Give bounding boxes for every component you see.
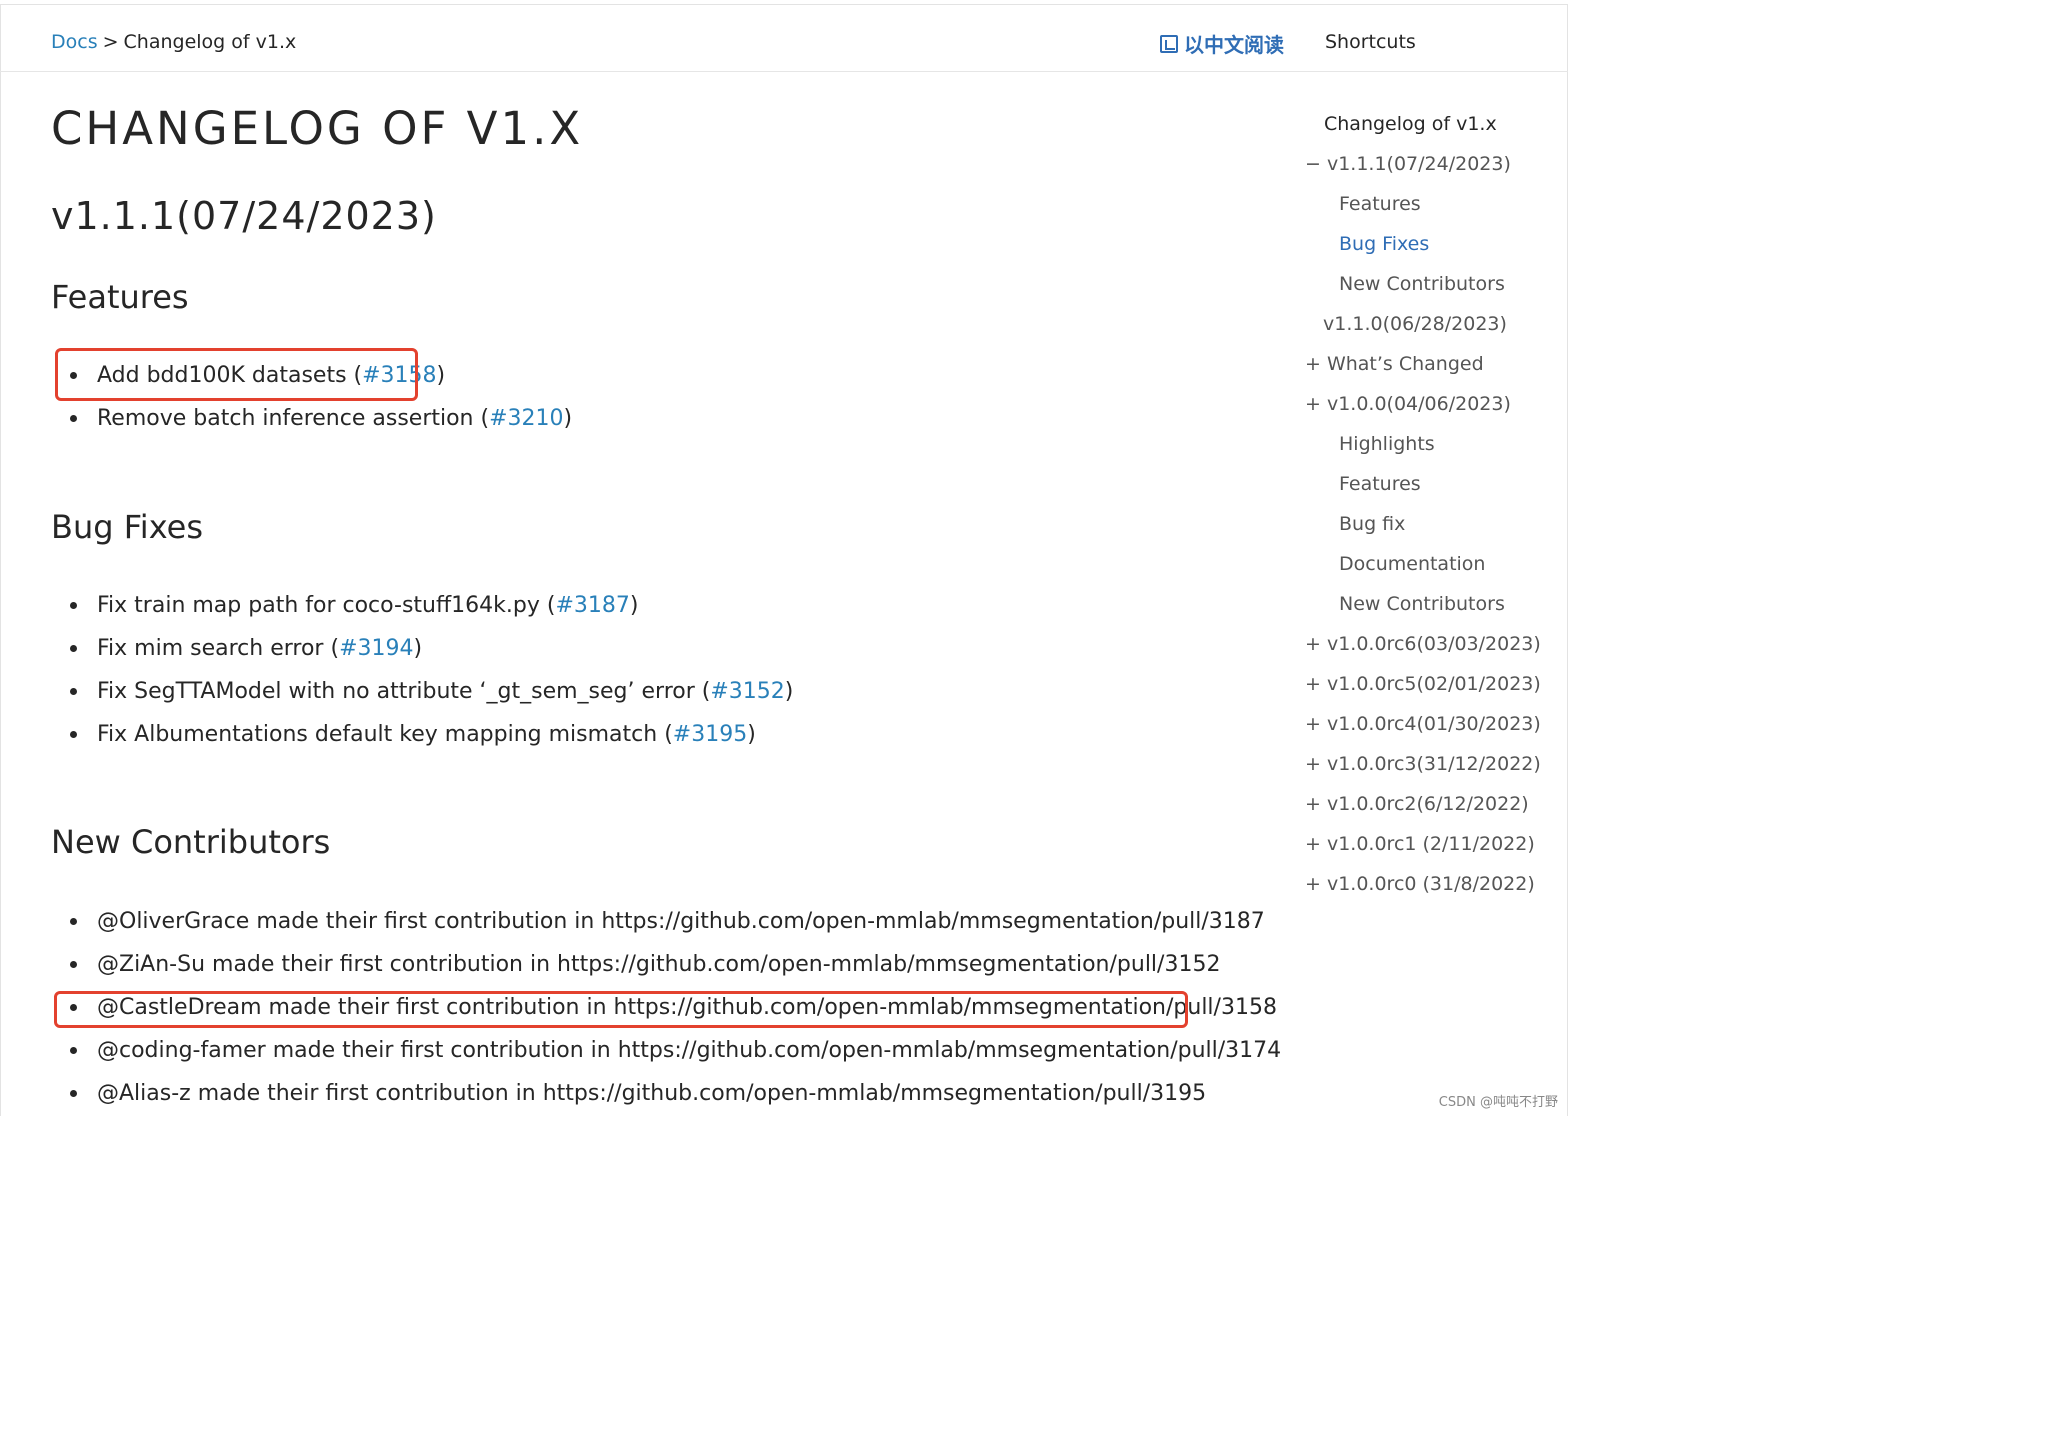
toc-item[interactable]: New Contributors (1339, 273, 1505, 295)
read-in-chinese-link[interactable]: 以中文阅读 (1160, 29, 1284, 58)
breadcrumb-current: Changelog of v1.x (123, 31, 297, 53)
toc-item[interactable]: + v1.0.0rc1 (2/11/2022) (1305, 833, 1535, 855)
page-title: CHANGELOG OF V1.X (51, 102, 584, 155)
list-item: @ZiAn-Su made their first contribution i… (70, 943, 1220, 986)
translate-icon (1160, 34, 1178, 53)
toc-item[interactable]: + v1.0.0rc5(02/01/2023) (1305, 673, 1541, 695)
toc-item[interactable]: Bug fix (1339, 513, 1405, 535)
pr-link[interactable]: #3195 (673, 722, 747, 747)
list-item: Fix SegTTAModel with no attribute ‘_gt_s… (70, 670, 1210, 713)
shortcuts-link[interactable]: Shortcuts (1325, 31, 1416, 53)
toc-item[interactable]: v1.1.0(06/28/2023) (1323, 313, 1507, 335)
list-item: Fix mim search error (#3194) (70, 627, 1210, 670)
list-item: Fix train map path for coco-stuff164k.py… (70, 584, 1210, 627)
toc-item[interactable]: + v1.0.0rc0 (31/8/2022) (1305, 873, 1535, 895)
list-item: @OliverGrace made their first contributi… (70, 900, 1265, 943)
read-in-chinese-label: 以中文阅读 (1184, 33, 1284, 57)
highlight-box-contributor (54, 991, 1188, 1028)
toc-item[interactable]: New Contributors (1339, 593, 1505, 615)
toc-item[interactable]: + What’s Changed (1305, 353, 1484, 375)
pr-link[interactable]: #3210 (489, 406, 563, 431)
bugfixes-list: Fix train map path for coco-stuff164k.py… (70, 584, 1210, 756)
features-heading: Features (51, 278, 189, 316)
version-heading: v1.1.1(07/24/2023) (51, 194, 437, 238)
toc-item[interactable]: + v1.0.0rc4(01/30/2023) (1305, 713, 1541, 735)
list-item: Remove batch inference assertion (#3210) (70, 397, 1210, 440)
toc-item[interactable]: Features (1339, 193, 1421, 215)
pr-link[interactable]: #3152 (710, 679, 784, 704)
toc-item[interactable]: Features (1339, 473, 1421, 495)
toc-item-active[interactable]: Bug Fixes (1339, 233, 1429, 255)
toc-item[interactable]: + v1.0.0rc3(31/12/2022) (1305, 753, 1541, 775)
breadcrumb: Docs > Changelog of v1.x (51, 31, 296, 53)
page-header: Docs > Changelog of v1.x 以中文阅读 Shortcuts (0, 5, 1568, 72)
toc-item[interactable]: + v1.0.0rc6(03/03/2023) (1305, 633, 1541, 655)
toc-item[interactable]: − v1.1.1(07/24/2023) (1305, 153, 1511, 175)
list-item: @Alias-z made their first contribution i… (70, 1072, 1210, 1115)
list-item: @coding-famer made their first contribut… (70, 1029, 1281, 1072)
watermark: CSDN @吨吨不打野 (1438, 1095, 1558, 1110)
breadcrumb-docs-link[interactable]: Docs (51, 31, 98, 53)
right-border (1567, 4, 1568, 1116)
pr-link[interactable]: #3187 (555, 593, 629, 618)
toc-title[interactable]: Changelog of v1.x (1324, 113, 1497, 135)
pr-link[interactable]: #3194 (339, 636, 413, 661)
highlight-box-feature (55, 348, 418, 401)
toc-item[interactable]: + v1.0.0rc2(6/12/2022) (1305, 793, 1529, 815)
contributors-heading: New Contributors (51, 823, 331, 861)
bugfixes-heading: Bug Fixes (51, 508, 203, 546)
list-item: Fix Albumentations default key mapping m… (70, 713, 1210, 756)
left-border (0, 4, 1, 1116)
toc-item[interactable]: Highlights (1339, 433, 1435, 455)
breadcrumb-separator: > (102, 31, 119, 53)
toc-item[interactable]: Documentation (1339, 553, 1485, 575)
toc-item[interactable]: + v1.0.0(04/06/2023) (1305, 393, 1511, 415)
